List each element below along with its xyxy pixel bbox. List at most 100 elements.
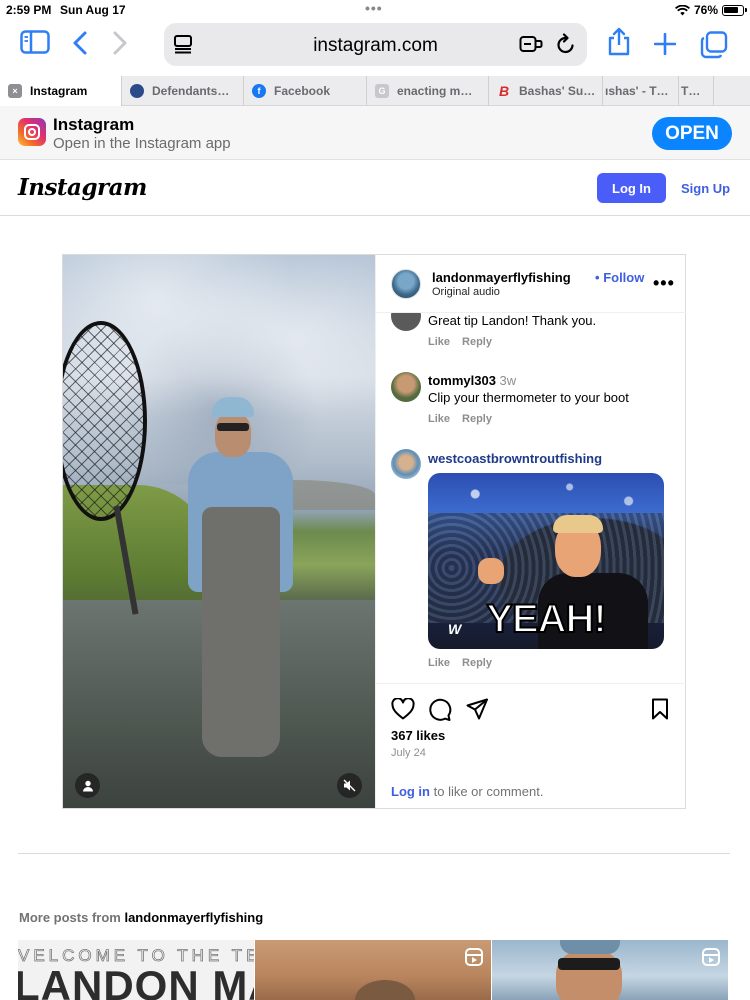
battery-percent: 76% (693, 3, 718, 17)
banner-title: Instagram (53, 115, 135, 134)
comment-reply-button[interactable]: Reply (462, 336, 492, 348)
banner-subtitle: Open in the Instagram app (53, 135, 231, 152)
reel-icon (702, 948, 720, 966)
new-tab-icon[interactable] (654, 33, 676, 55)
comment-username[interactable]: tommyl303 (428, 373, 496, 388)
bashas-favicon-icon: B (498, 83, 510, 99)
post-actions: 367 likes July 24 Log in to like or comm… (376, 683, 686, 808)
tagged-user-icon[interactable] (75, 773, 100, 798)
share-icon[interactable] (466, 698, 488, 725)
post-photo[interactable] (63, 255, 375, 808)
heart-icon[interactable] (391, 697, 415, 725)
bookmark-icon[interactable] (651, 698, 669, 725)
comment-actions: Like Reply (428, 336, 492, 348)
comment-like-button[interactable]: Like (428, 336, 450, 348)
post-thumbnail[interactable]: VELCOME TO THE TEAM LANDON MAYER (18, 940, 254, 1000)
tab-label: ıshas' - T… (605, 84, 669, 98)
login-link[interactable]: Log in (391, 784, 430, 799)
author-avatar[interactable] (391, 269, 421, 299)
post-card: landonmayerflyfishing • Follow Original … (62, 254, 686, 809)
comment-actions: Like Reply (428, 657, 492, 669)
thumbnail-title: LANDON MAYER (18, 962, 254, 1000)
back-icon[interactable] (72, 31, 88, 55)
comment-reply-button[interactable]: Reply (462, 657, 492, 669)
comment-username[interactable]: westcoastbrowntroutfishing (428, 451, 602, 466)
tab-label: Bashas' Su… (519, 84, 596, 98)
sidebar-icon[interactable] (20, 30, 50, 54)
seal-favicon-icon (130, 84, 144, 98)
comment-icon[interactable] (428, 698, 452, 727)
comment-like-button[interactable]: Like (428, 413, 450, 425)
tab-label: T… (681, 84, 701, 98)
signup-link[interactable]: Sign Up (681, 181, 730, 196)
mute-icon[interactable] (337, 773, 362, 798)
login-prompt-text: to like or comment. (430, 784, 544, 799)
post-thumbnail[interactable] (255, 940, 491, 1000)
follow-button[interactable]: • Follow (595, 270, 644, 285)
close-icon[interactable]: × (8, 84, 22, 98)
instagram-logo[interactable]: Instagram (18, 174, 147, 201)
open-app-button[interactable]: OPEN (652, 117, 732, 150)
tab-overview-icon[interactable] (700, 31, 728, 59)
post-header: landonmayerflyfishing • Follow Original … (376, 255, 686, 313)
tab-more[interactable]: T… (679, 76, 714, 106)
multitasking-dots-icon[interactable]: ••• (365, 0, 383, 16)
post-thumbnail[interactable] (492, 940, 728, 1000)
post-sidebar: landonmayerflyfishing • Follow Original … (375, 255, 686, 808)
comment-header: westcoastbrowntroutfishing (428, 451, 602, 466)
tab-bashas[interactable]: B Bashas' Su… (489, 76, 603, 106)
status-right: 76% (674, 3, 747, 17)
tab-bashas-2[interactable]: ıshas' - T… (603, 76, 679, 106)
follow-separator: • (595, 270, 600, 285)
status-bar: 2:59 PM Sun Aug 17 ••• 76% (0, 0, 750, 20)
tab-label: Instagram (30, 84, 88, 98)
audio-label[interactable]: Original audio (432, 286, 500, 298)
gif-caption: YEAH! (485, 596, 607, 642)
more-options-icon[interactable]: ••• (653, 273, 675, 294)
comment-time: 3w (499, 373, 517, 388)
comment-header: tommyl303 3w (428, 373, 516, 388)
tab-instagram[interactable]: × Instagram (0, 76, 122, 106)
address-bar[interactable]: instagram.com (164, 23, 587, 66)
reel-icon (465, 948, 483, 966)
follow-label: Follow (603, 270, 645, 285)
section-divider (18, 853, 730, 854)
author-username[interactable]: landonmayerflyfishing (432, 270, 571, 285)
instagram-app-icon (18, 118, 46, 146)
commenter-avatar[interactable] (391, 313, 421, 331)
extension-icon[interactable] (519, 34, 543, 59)
battery-icon (722, 4, 747, 16)
login-button[interactable]: Log In (597, 173, 666, 203)
tab-label: Defendants… (152, 84, 230, 98)
g-favicon-icon: G (375, 84, 389, 98)
commenter-avatar[interactable] (391, 449, 421, 479)
tab-defendants[interactable]: Defendants… (122, 76, 244, 106)
tab-enacting[interactable]: G enacting m… (367, 76, 489, 106)
comment-reply-button[interactable]: Reply (462, 413, 492, 425)
app-banner: Instagram Open in the Instagram app (0, 106, 750, 160)
forward-icon[interactable] (112, 31, 128, 55)
share-icon[interactable] (607, 27, 631, 57)
comment-like-button[interactable]: Like (428, 657, 450, 669)
tab-facebook[interactable]: f Facebook (244, 76, 367, 106)
post-date[interactable]: July 24 (391, 747, 426, 759)
facebook-favicon-icon: f (252, 84, 266, 98)
wwe-logo: W (448, 621, 462, 637)
tab-label: enacting m… (397, 84, 473, 98)
comment-text: Clip your thermometer to your boot (428, 390, 629, 405)
commenter-avatar[interactable] (391, 372, 421, 402)
comment-gif[interactable]: YEAH! W (428, 473, 664, 649)
instagram-header: Instagram Log In Sign Up (0, 160, 750, 216)
login-to-comment: Log in to like or comment. (391, 784, 543, 799)
more-posts-prefix: More posts from (19, 910, 125, 925)
more-posts-heading: More posts from landonmayerflyfishing (19, 910, 263, 925)
comments-list[interactable]: Great tip Landon! Thank you. Like Reply … (376, 313, 686, 683)
reload-icon[interactable] (556, 33, 576, 60)
comment-text: Great tip Landon! Thank you. (428, 313, 597, 328)
tab-bar: × Instagram Defendants… f Facebook G ena… (0, 76, 750, 106)
status-date: Sun Aug 17 (60, 3, 126, 17)
photo-angler (188, 397, 308, 777)
likes-count[interactable]: 367 likes (391, 728, 445, 743)
status-time: 2:59 PM (6, 3, 52, 17)
more-posts-username[interactable]: landonmayerflyfishing (124, 910, 263, 925)
